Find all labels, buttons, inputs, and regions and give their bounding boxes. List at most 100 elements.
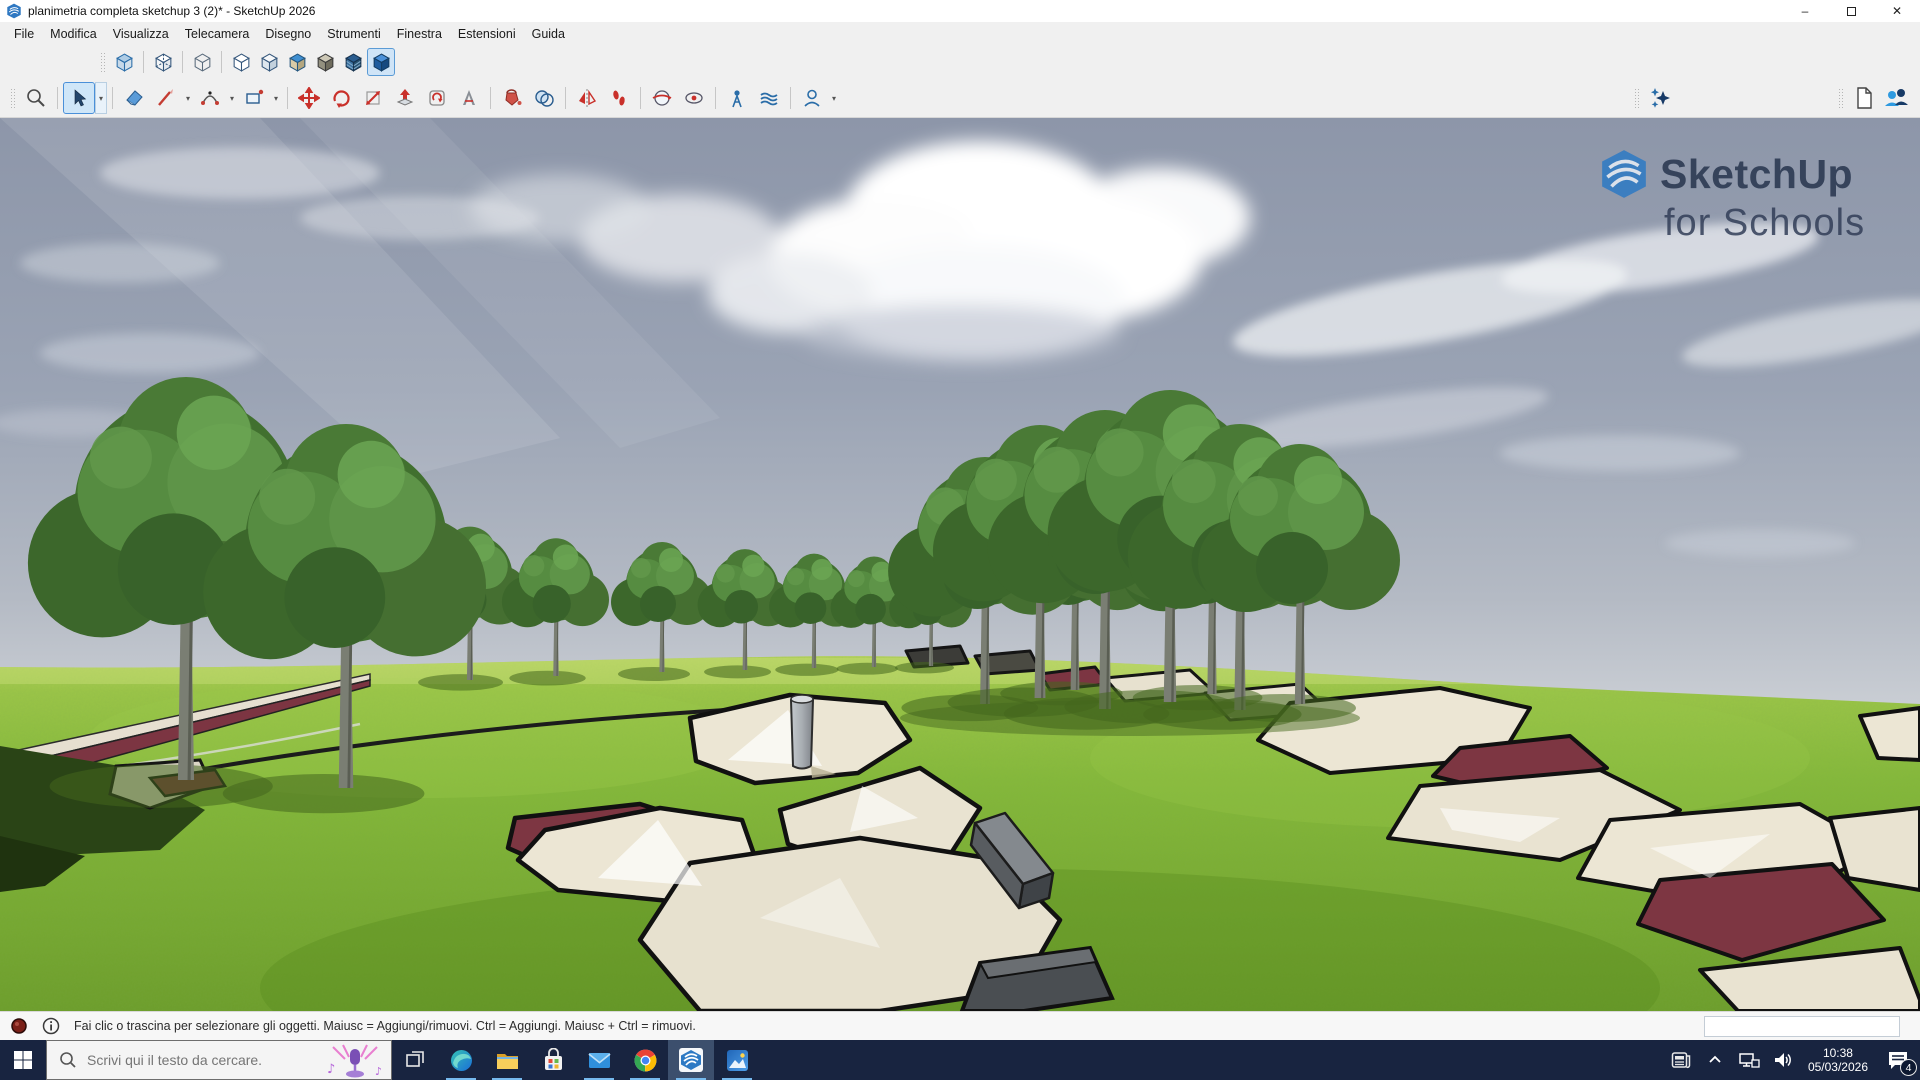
minimize-button[interactable]: –: [1782, 0, 1828, 22]
svg-text:♪: ♪: [327, 1062, 335, 1077]
toolbar-separator: [221, 51, 222, 73]
info-icon[interactable]: [42, 1017, 60, 1035]
hidden-icons-chevron[interactable]: [1698, 1040, 1732, 1080]
scale-tool-icon[interactable]: [357, 82, 389, 114]
notification-count-badge: 4: [1900, 1059, 1917, 1076]
profile-avatar-icon[interactable]: [796, 82, 828, 114]
share-collaborate-icon[interactable]: [1880, 82, 1912, 114]
taskbar-clock[interactable]: 10:38 05/03/2026: [1800, 1046, 1876, 1074]
push-pull-tool-icon[interactable]: [389, 82, 421, 114]
taskbar-app-photos[interactable]: [714, 1040, 760, 1080]
monochrome-cube-icon[interactable]: [311, 48, 339, 76]
action-center-button[interactable]: 4: [1876, 1040, 1920, 1080]
xray-cube-icon[interactable]: [110, 48, 138, 76]
geolocation-status-icon[interactable]: [10, 1017, 28, 1035]
flip-tool-icon[interactable]: [571, 82, 603, 114]
arc-dropdown-caret[interactable]: ▾: [226, 82, 238, 114]
news-and-interests-icon[interactable]: [1664, 1040, 1698, 1080]
sketchup-for-schools-logo: SketchUp for Schools: [1598, 148, 1888, 245]
rotate-tool-icon[interactable]: [325, 82, 357, 114]
taskbar-app-file-explorer[interactable]: [484, 1040, 530, 1080]
profile-dropdown-caret[interactable]: ▾: [828, 82, 840, 114]
maximize-button[interactable]: [1828, 0, 1874, 22]
menu-estensioni[interactable]: Estensioni: [450, 24, 524, 44]
select-dropdown-caret[interactable]: ▾: [95, 82, 107, 114]
ai-assistant-group: [1630, 82, 1676, 114]
textured-cube-icon[interactable]: [339, 48, 367, 76]
toolbar-separator: [287, 87, 288, 109]
look-around-icon[interactable]: [678, 82, 710, 114]
menu-finestra[interactable]: Finestra: [389, 24, 450, 44]
search-icon: [59, 1051, 77, 1069]
menu-disegno[interactable]: Disegno: [257, 24, 319, 44]
rectangle-tool-icon[interactable]: [238, 82, 270, 114]
taskbar-app-mail[interactable]: [576, 1040, 622, 1080]
clock-time: 10:38: [1808, 1046, 1868, 1060]
zoom-window-icon[interactable]: [20, 82, 52, 114]
menu-modifica[interactable]: Modifica: [42, 24, 105, 44]
shaded-cube-icon[interactable]: [255, 48, 283, 76]
start-button[interactable]: [0, 1040, 46, 1080]
status-bar: Fai clic o trascina per selezionare gli …: [0, 1011, 1920, 1040]
shaded-textures-cube-icon[interactable]: [283, 48, 311, 76]
position-camera-icon[interactable]: [721, 82, 753, 114]
search-highlight-mic-icon: ♪ ♪: [323, 1043, 387, 1079]
new-document-icon[interactable]: [1848, 82, 1880, 114]
title-bar: planimetria completa sketchup 3 (2)* - S…: [0, 0, 1920, 22]
hidden-line-cube-icon[interactable]: [227, 48, 255, 76]
close-button[interactable]: ✕: [1874, 0, 1920, 22]
status-hint-text: Fai clic o trascina per selezionare gli …: [74, 1019, 696, 1033]
paint-bucket-icon[interactable]: [496, 82, 528, 114]
materials-icon[interactable]: [528, 82, 560, 114]
toolbar-grip[interactable]: [10, 88, 16, 108]
toolbar-separator: [565, 87, 566, 109]
measurement-input[interactable]: [1704, 1016, 1900, 1037]
eraser-icon[interactable]: [118, 82, 150, 114]
toolbar-grip[interactable]: [100, 52, 106, 72]
menu-telecamera[interactable]: Telecamera: [177, 24, 258, 44]
tape-measure-icon[interactable]: [453, 82, 485, 114]
viewport-3d-scene[interactable]: SketchUp for Schools: [0, 118, 1920, 1011]
clock-date: 05/03/2026: [1808, 1060, 1868, 1074]
taskbar-search[interactable]: ♪ ♪: [46, 1040, 392, 1080]
taskbar-app-chrome[interactable]: [622, 1040, 668, 1080]
menu-strumenti[interactable]: Strumenti: [319, 24, 389, 44]
select-tool[interactable]: [63, 82, 95, 114]
toolbar-grip[interactable]: [1838, 88, 1844, 108]
taskbar-app-edge[interactable]: [438, 1040, 484, 1080]
right-toolbar-group: [1834, 82, 1912, 114]
sketchup-logo-icon: [1598, 148, 1650, 200]
toolbar-separator: [57, 87, 58, 109]
task-view-button[interactable]: [392, 1040, 438, 1080]
orbit-tool-icon[interactable]: [646, 82, 678, 114]
taskbar-app-sketchup[interactable]: [668, 1040, 714, 1080]
move-tool-icon[interactable]: [293, 82, 325, 114]
arc-tool-icon[interactable]: [194, 82, 226, 114]
wireframe-cube-icon[interactable]: [188, 48, 216, 76]
taskbar: ♪ ♪: [0, 1040, 1920, 1080]
maximize-icon: [1847, 7, 1856, 16]
model-scene[interactable]: [0, 118, 1920, 1011]
fog-icon[interactable]: [753, 82, 785, 114]
taskbar-app-microsoft-store[interactable]: [530, 1040, 576, 1080]
network-icon[interactable]: [1732, 1040, 1766, 1080]
search-input[interactable]: [87, 1052, 307, 1068]
menu-guida[interactable]: Guida: [524, 24, 573, 44]
ai-sparkle-icon[interactable]: [1644, 82, 1676, 114]
system-tray: 10:38 05/03/2026 4: [1664, 1040, 1920, 1080]
back-edges-cube-icon[interactable]: [149, 48, 177, 76]
offset-tool-icon[interactable]: [421, 82, 453, 114]
line-dropdown-caret[interactable]: ▾: [182, 82, 194, 114]
sketchup-app-icon: [6, 3, 22, 19]
menu-file[interactable]: File: [6, 24, 42, 44]
menu-visualizza[interactable]: Visualizza: [105, 24, 177, 44]
current-style-cube-icon[interactable]: [367, 48, 395, 76]
toolbar-separator: [182, 51, 183, 73]
toolbar-separator: [112, 87, 113, 109]
volume-icon[interactable]: [1766, 1040, 1800, 1080]
walk-tool-icon[interactable]: [603, 82, 635, 114]
logo-title: SketchUp: [1660, 151, 1853, 198]
toolbar-grip[interactable]: [1634, 88, 1640, 108]
rectangle-dropdown-caret[interactable]: ▾: [270, 82, 282, 114]
line-tool-icon[interactable]: [150, 82, 182, 114]
